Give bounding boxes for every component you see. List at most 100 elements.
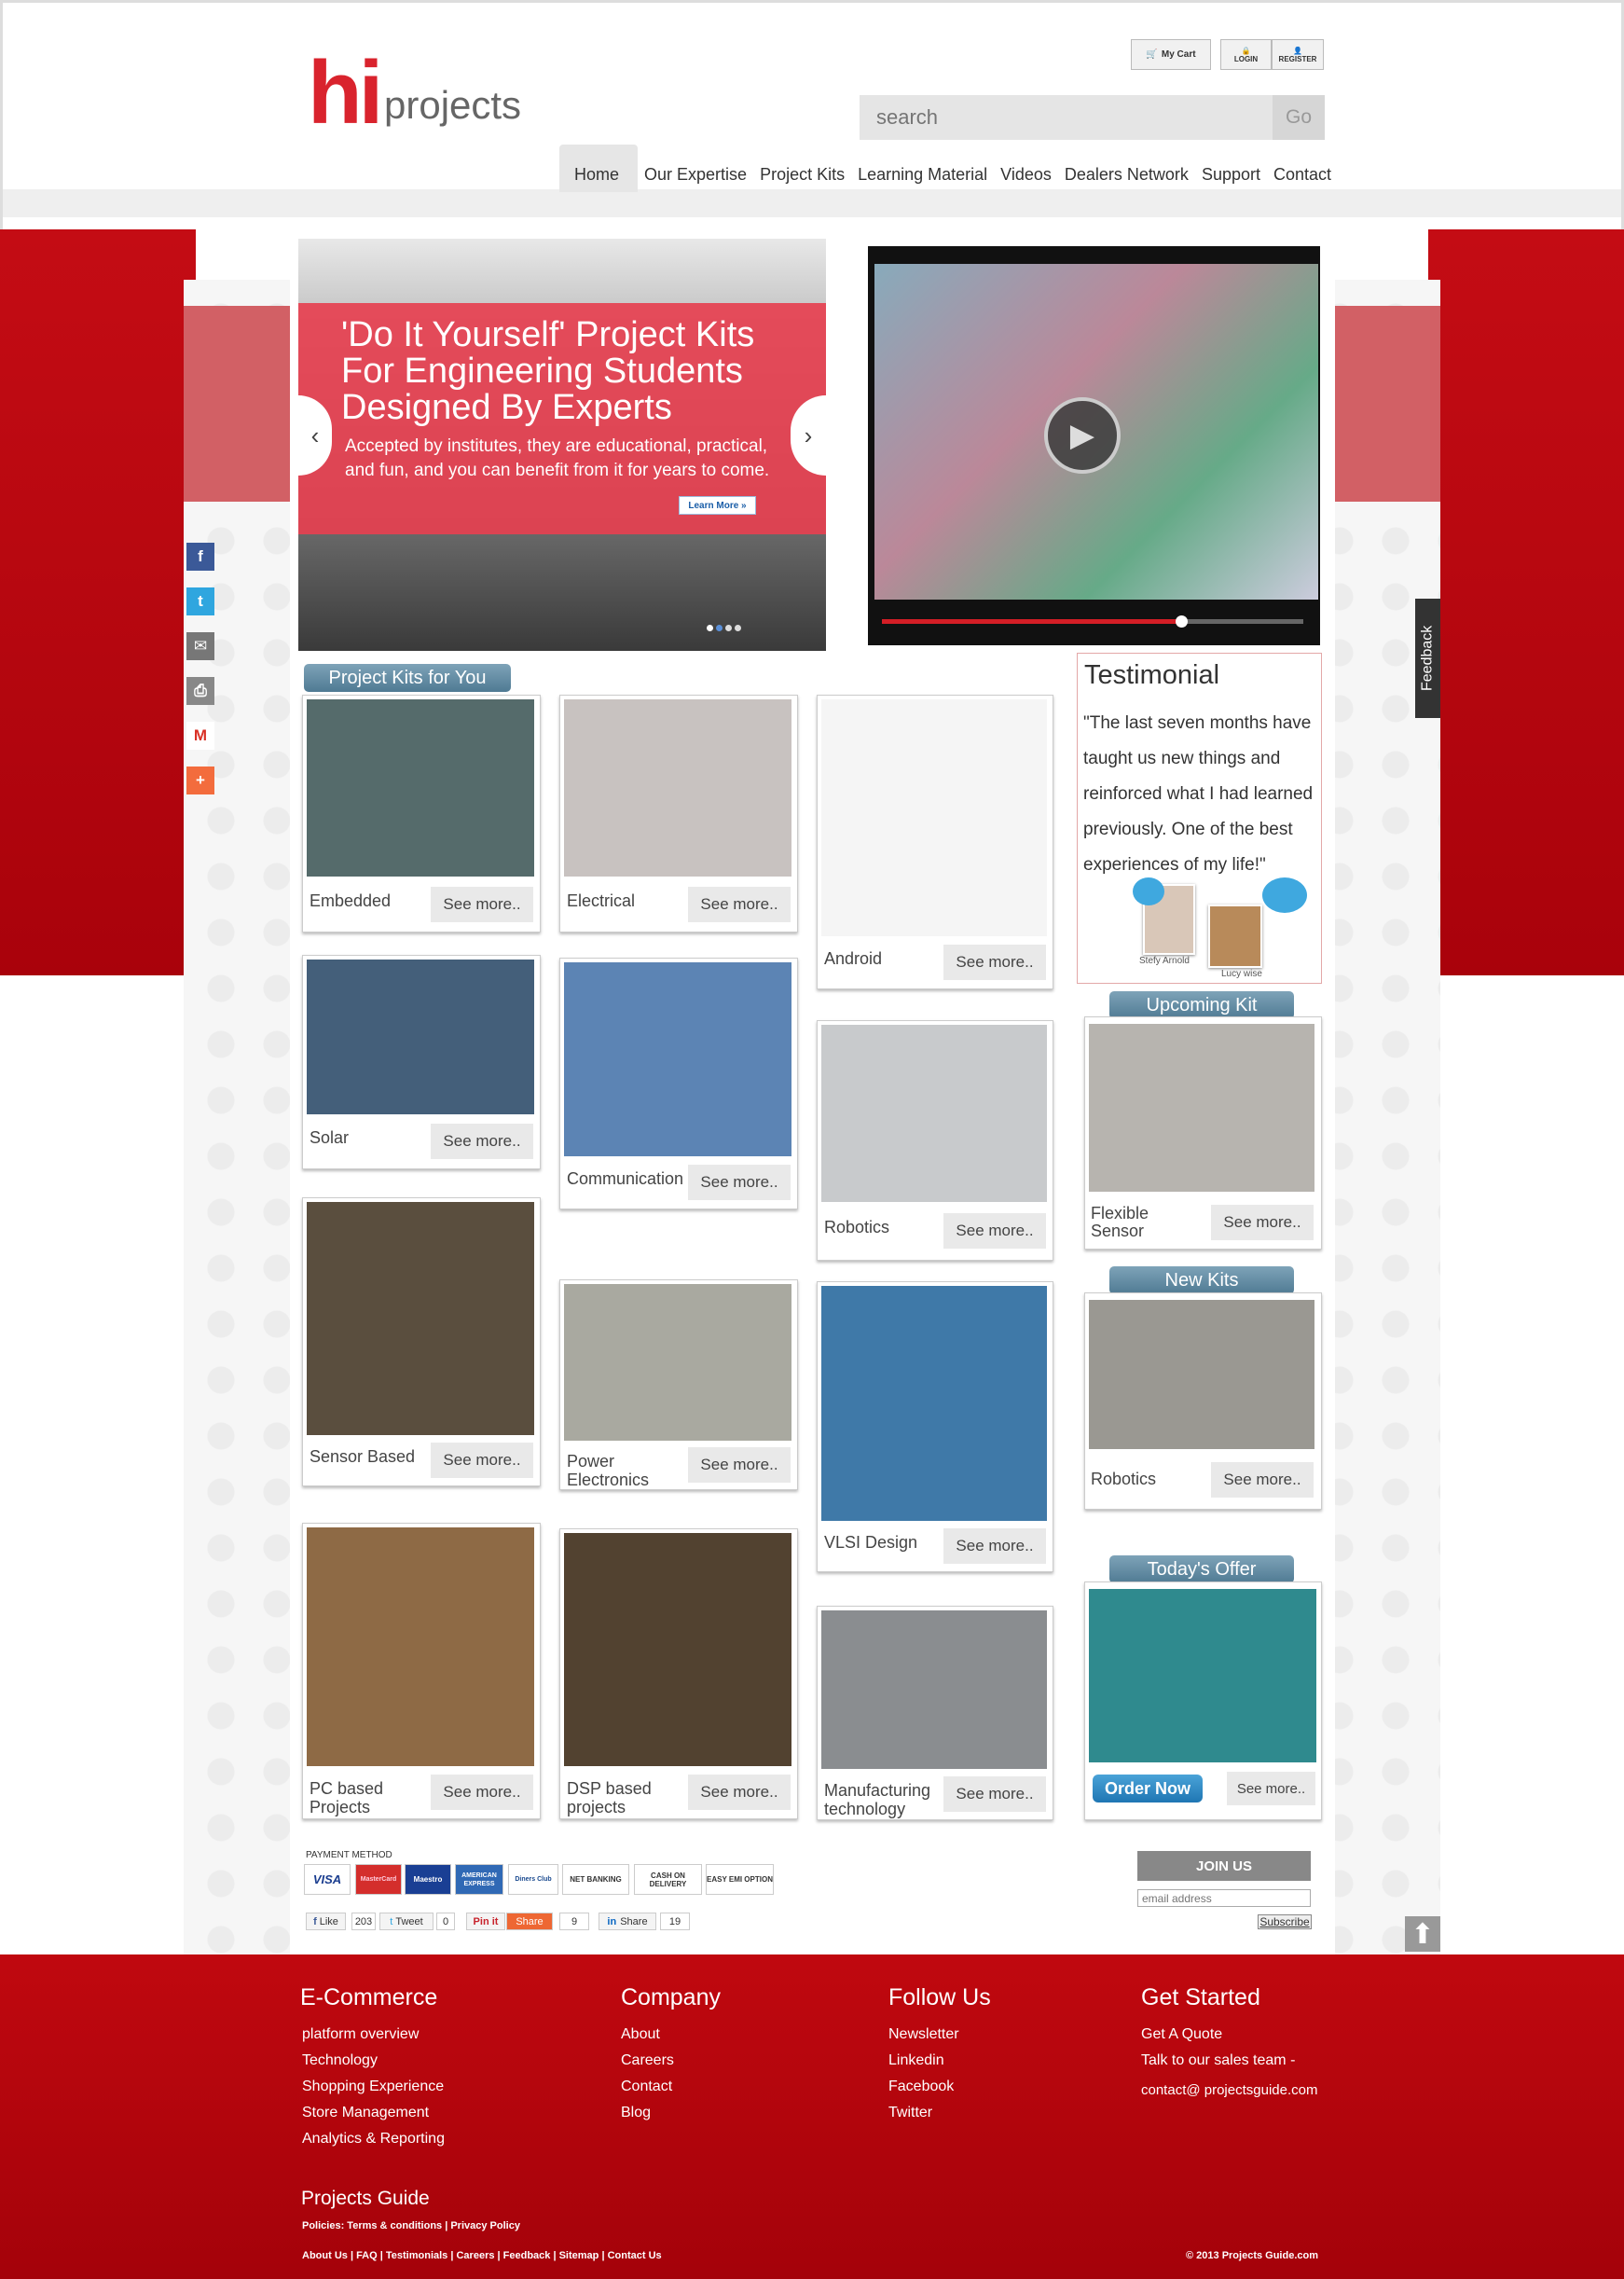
footer-link[interactable]: Linkedin — [888, 2052, 991, 2069]
footer-heading: Follow Us — [888, 1984, 991, 2010]
learn-more-button[interactable]: Learn More » — [679, 496, 756, 515]
footer-link[interactable]: About — [621, 2026, 721, 2043]
kit-label: Embedded — [310, 891, 392, 910]
footer-link[interactable]: Careers — [621, 2052, 721, 2069]
kit-image[interactable] — [564, 699, 791, 877]
see-more-button[interactable]: See more.. — [688, 886, 791, 922]
video-progress-knob[interactable] — [1175, 615, 1188, 628]
search-go-button[interactable]: Go — [1273, 95, 1325, 140]
footer-link[interactable]: Get A Quote — [1141, 2026, 1318, 2043]
hero-title: 'Do It Yourself' Project Kits For Engine… — [341, 315, 755, 427]
feedback-tab[interactable]: Feedback — [1415, 599, 1440, 718]
footer-link[interactable]: Analytics & Reporting — [302, 2131, 445, 2148]
net-banking-icon: NET BANKING — [562, 1864, 629, 1895]
kit-image[interactable] — [307, 699, 534, 877]
share-button[interactable]: Share — [506, 1913, 553, 1930]
kit-image[interactable] — [564, 1284, 791, 1441]
gmail-share-button[interactable]: M — [186, 722, 214, 750]
footer-link[interactable]: Blog — [621, 2105, 721, 2121]
see-more-button[interactable]: See more.. — [431, 1443, 533, 1478]
footer-policies[interactable]: Policies: Terms & conditions | Privacy P… — [302, 2220, 520, 2231]
footer-bottom-links[interactable]: About Us | FAQ | Testimonials | Careers … — [302, 2250, 662, 2261]
nav-our-expertise[interactable]: Our Expertise — [638, 165, 753, 192]
login-button[interactable]: 🔒 LOGIN — [1220, 39, 1272, 70]
join-us-heading: JOIN US — [1137, 1851, 1311, 1881]
project-kits-heading: Project Kits for You — [304, 664, 511, 692]
nav-videos[interactable]: Videos — [994, 165, 1058, 192]
nav-dealers-network[interactable]: Dealers Network — [1058, 165, 1195, 192]
slider-dot[interactable] — [716, 625, 723, 631]
footer-link[interactable]: Contact — [621, 2079, 721, 2095]
see-more-button[interactable]: See more.. — [943, 1213, 1046, 1249]
kit-image[interactable] — [307, 1527, 534, 1766]
kit-image[interactable] — [564, 1533, 791, 1766]
see-more-button[interactable]: See more.. — [431, 1775, 533, 1810]
linkedin-count: 19 — [660, 1913, 690, 1930]
nav-learning-material[interactable]: Learning Material — [851, 165, 994, 192]
email-field[interactable] — [1137, 1889, 1311, 1907]
pinit-button[interactable]: Pin it — [466, 1913, 505, 1930]
see-more-button[interactable]: See more.. — [431, 886, 533, 922]
footer-link[interactable]: Technology — [302, 2052, 445, 2069]
slider-dot[interactable] — [735, 625, 741, 631]
nav-support[interactable]: Support — [1195, 165, 1267, 192]
see-more-button[interactable]: See more.. — [1211, 1205, 1314, 1240]
new-kit-image[interactable] — [1089, 1300, 1314, 1449]
footer-link[interactable]: Newsletter — [888, 2026, 991, 2043]
footer-link[interactable]: Facebook — [888, 2079, 991, 2095]
cart-icon: 🛒 — [1146, 49, 1158, 60]
nav-home[interactable]: Home — [559, 145, 639, 192]
footer-email-link[interactable]: contact@ projectsguide.com — [1141, 2082, 1318, 2099]
slider-dots[interactable] — [707, 625, 744, 632]
kit-label: Sensor Based — [310, 1447, 416, 1466]
see-more-button[interactable]: See more.. — [688, 1165, 791, 1200]
kit-image[interactable] — [821, 1610, 1047, 1769]
tweet-button[interactable]: t Tweet — [379, 1913, 434, 1930]
see-more-button[interactable]: See more.. — [431, 1124, 533, 1159]
footer-link[interactable]: platform overview — [302, 2026, 445, 2043]
see-more-button[interactable]: See more.. — [688, 1775, 791, 1810]
logo-hi[interactable]: hi — [308, 48, 383, 138]
footer-link[interactable]: Shopping Experience — [302, 2079, 445, 2095]
twitter-share-button[interactable]: t — [186, 587, 214, 615]
my-cart-button[interactable]: 🛒 My Cart — [1131, 39, 1211, 70]
facebook-icon: f — [198, 547, 203, 565]
kit-image[interactable] — [821, 699, 1047, 936]
kit-image[interactable] — [564, 962, 791, 1156]
main-nav: Home Our Expertise Project Kits Learning… — [559, 142, 1338, 192]
see-more-button[interactable]: See more.. — [943, 945, 1046, 980]
facebook-like-button[interactable]: f Like — [306, 1913, 346, 1930]
see-more-button[interactable]: See more.. — [943, 1776, 1046, 1812]
play-button[interactable]: ▶ — [1044, 397, 1121, 474]
see-more-button[interactable]: See more.. — [1227, 1772, 1315, 1805]
upcoming-kit-image[interactable] — [1089, 1024, 1314, 1192]
see-more-button[interactable]: See more.. — [1211, 1462, 1314, 1498]
slider-dot[interactable] — [725, 625, 732, 631]
hero-subtitle: Accepted by institutes, they are educati… — [345, 436, 770, 480]
kit-image[interactable] — [821, 1025, 1047, 1202]
nav-contact[interactable]: Contact — [1267, 165, 1338, 192]
search-input[interactable] — [860, 95, 1273, 140]
see-more-button[interactable]: See more.. — [688, 1447, 791, 1483]
kit-image[interactable] — [307, 960, 534, 1114]
email-share-button[interactable]: ✉ — [186, 632, 214, 660]
logo-projects[interactable]: projects — [384, 86, 521, 125]
slider-dot[interactable] — [707, 625, 713, 631]
add-share-button[interactable]: + — [186, 767, 214, 794]
tweet-count: 0 — [436, 1913, 455, 1930]
see-more-button[interactable]: See more.. — [943, 1528, 1046, 1564]
kit-image[interactable] — [307, 1202, 534, 1435]
upcoming-kit-label: Flexible Sensor — [1091, 1204, 1149, 1240]
print-share-button[interactable]: ⎙ — [186, 677, 214, 705]
linkedin-share-button[interactable]: in Share — [599, 1913, 656, 1930]
footer-link[interactable]: Store Management — [302, 2105, 445, 2121]
kit-image[interactable] — [821, 1286, 1047, 1521]
offer-image[interactable] — [1089, 1589, 1316, 1762]
register-button[interactable]: 👤 REGISTER — [1272, 39, 1324, 70]
footer-link[interactable]: Twitter — [888, 2105, 991, 2121]
subscribe-button[interactable]: Subscribe — [1258, 1914, 1312, 1929]
facebook-share-button[interactable]: f — [186, 543, 214, 571]
nav-project-kits[interactable]: Project Kits — [753, 165, 851, 192]
scroll-top-button[interactable]: ⬆ — [1405, 1916, 1440, 1952]
order-now-button[interactable]: Order Now — [1093, 1775, 1203, 1802]
